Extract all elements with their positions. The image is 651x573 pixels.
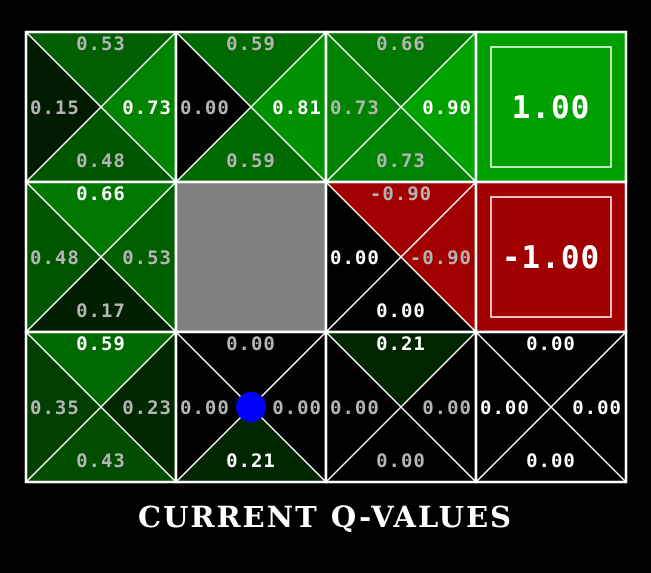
q-value-south: 0.48 (76, 150, 126, 172)
grid-cell: 0.00 0.21 0.00 0.00 (174, 330, 328, 484)
q-value-north: 0.00 (226, 333, 276, 355)
grid-cell (174, 180, 328, 334)
grid-cell: -1.00 (474, 180, 628, 334)
q-value-west: 0.00 (180, 397, 230, 419)
q-value-south: 0.17 (76, 300, 126, 322)
q-value-north: 0.00 (526, 333, 576, 355)
grid-cell: 0.21 0.00 0.00 0.00 (324, 330, 478, 484)
q-value-south: 0.00 (376, 450, 426, 472)
grid-cell: 0.59 0.43 0.35 0.23 (24, 330, 178, 484)
q-value-east: 0.23 (122, 397, 172, 419)
q-value-north: 0.59 (76, 333, 126, 355)
q-value-east: 0.81 (272, 97, 322, 119)
grid-cell: -0.90 0.00 0.00 -0.90 (324, 180, 478, 334)
grid-cell: 0.66 0.73 0.73 0.90 (324, 30, 478, 184)
q-value-west: 0.00 (480, 397, 530, 419)
grid-cell: 0.00 0.00 0.00 0.00 (474, 330, 628, 484)
q-value-north: 0.59 (226, 33, 276, 55)
q-value-north: -0.90 (370, 183, 432, 205)
q-value-east: 0.00 (272, 397, 322, 419)
pit-value-label: -1.00 (502, 240, 600, 276)
q-value-south: 0.73 (376, 150, 426, 172)
caption-title: CURRENT Q-VALUES (137, 500, 513, 534)
q-value-north: 0.66 (376, 33, 426, 55)
q-value-south: 0.59 (226, 150, 276, 172)
grid-cell: 0.66 0.17 0.48 0.53 (24, 180, 178, 334)
q-value-east: -0.90 (410, 247, 472, 269)
q-value-east: 0.90 (422, 97, 472, 119)
q-value-west: 0.73 (330, 97, 380, 119)
q-value-west: 0.15 (30, 97, 80, 119)
grid-cell: 1.00 (474, 30, 628, 184)
q-value-north: 0.66 (76, 183, 126, 205)
q-value-north: 0.53 (76, 33, 126, 55)
q-value-south: 0.00 (376, 300, 426, 322)
q-value-south: 0.43 (76, 450, 126, 472)
grid-cell: 0.59 0.59 0.00 0.81 (174, 30, 328, 184)
grid-cell: 0.53 0.48 0.15 0.73 (24, 30, 178, 184)
q-value-south: 0.21 (226, 450, 276, 472)
q-value-east: 0.00 (422, 397, 472, 419)
q-value-west: 0.00 (330, 397, 380, 419)
goal-value-label: 1.00 (512, 90, 591, 126)
q-value-east: 0.00 (572, 397, 622, 419)
q-value-grid: 0.53 0.48 0.15 0.73 0.59 0.59 0.00 0.81 0.66 0.73… (0, 0, 651, 495)
q-value-west: 0.35 (30, 397, 80, 419)
q-value-south: 0.00 (526, 450, 576, 472)
q-value-north: 0.21 (376, 333, 426, 355)
q-value-east: 0.53 (122, 247, 172, 269)
q-value-east: 0.73 (122, 97, 172, 119)
q-value-west: 0.48 (30, 247, 80, 269)
agent-marker (236, 392, 266, 422)
q-value-west: 0.00 (180, 97, 230, 119)
q-value-west: 0.00 (330, 247, 380, 269)
wall-cell (176, 182, 326, 332)
